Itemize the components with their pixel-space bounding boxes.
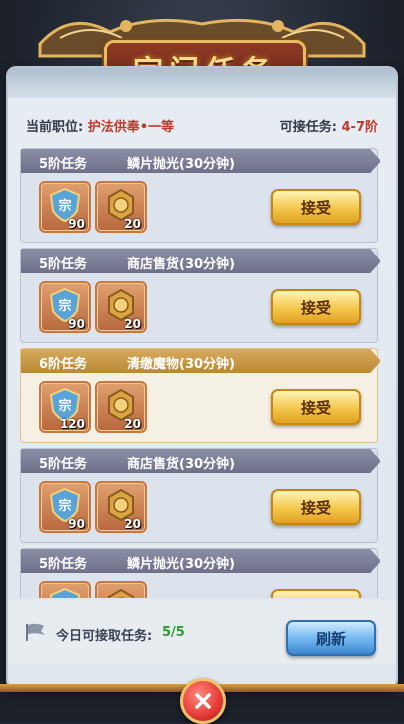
task-tier: 5阶任务 [39,257,88,272]
reward-slot[interactable]: 宗 120 [39,381,91,433]
task-card: 5阶任务 商店售货(30分钟) 宗 90 20 接受 [20,448,380,543]
task-tier: 5阶任务 [39,457,88,472]
task-name: 商店售货(30分钟) [127,457,235,472]
reward-count: 20 [124,317,141,331]
task-name: 商店售货(30分钟) [127,257,235,272]
accept-button[interactable]: 接受 [271,389,361,425]
position-value: 护法供奉•一等 [87,120,175,135]
flag-icon [26,623,45,641]
reward-count: 120 [59,417,85,431]
reward-slot[interactable]: 宗 90 [39,481,91,533]
accept-button[interactable]: 接受 [271,589,361,598]
available-value: 4-7阶 [341,120,379,135]
reward-slot[interactable] [95,581,147,598]
reward-slot[interactable]: 宗 90 [39,281,91,333]
accept-button[interactable]: 接受 [271,489,361,525]
reward-slot[interactable]: 20 [95,281,147,333]
task-header: 5阶任务 商店售货(30分钟) [21,249,380,273]
token-icon [108,588,134,598]
accept-button[interactable]: 接受 [271,189,361,225]
reward-slot[interactable]: 宗 [39,581,91,598]
svg-text:宗: 宗 [58,398,71,414]
sect-badge-icon: 宗 [49,587,81,598]
task-tier: 5阶任务 [39,557,88,572]
task-card: 5阶任务 鳞片抛光(30分钟) 宗 90 20 接受 [20,148,380,243]
available-label: 可接任务: [279,120,337,135]
svg-text:宗: 宗 [58,498,71,514]
accept-button[interactable]: 接受 [271,289,361,325]
task-header: 5阶任务 鳞片抛光(30分钟) [21,149,380,173]
reward-slot[interactable]: 20 [95,381,147,433]
svg-text:宗: 宗 [58,298,71,314]
reward-count: 90 [68,317,85,331]
task-header: 6阶任务 清缴魔物(30分钟) [21,349,380,373]
task-name: 清缴魔物(30分钟) [127,357,235,372]
close-button[interactable] [180,678,226,724]
reward-slot[interactable]: 宗 90 [39,181,91,233]
reward-count: 20 [124,417,141,431]
task-header: 5阶任务 鳞片抛光(30分钟) [21,549,380,573]
task-header: 5阶任务 商店售货(30分钟) [21,449,380,473]
refresh-button[interactable]: 刷新 [286,620,376,656]
reward-count: 90 [68,217,85,231]
task-card-highlighted: 6阶任务 清缴魔物(30分钟) 宗 120 20 接受 [20,348,380,443]
svg-text:宗: 宗 [58,198,71,214]
position-label: 当前职位: [26,120,84,135]
panel-top-trim [8,68,396,98]
current-position: 当前职位: 护法供奉•一等 [26,116,174,135]
task-list[interactable]: 5阶任务 鳞片抛光(30分钟) 宗 90 20 接受 5阶任务 商店售货(30分… [20,148,380,598]
reward-count: 90 [68,517,85,531]
info-row: 当前职位: 护法供奉•一等 可接任务: 4-7阶 [26,116,378,136]
reward-count: 20 [124,217,141,231]
daily-tasks-label: 今日可接取任务: [56,629,153,644]
task-name: 鳞片抛光(30分钟) [127,557,235,572]
task-tier: 5阶任务 [39,157,88,172]
task-card: 5阶任务 鳞片抛光(30分钟) 宗 接受 [20,548,380,598]
reward-slot[interactable]: 20 [95,481,147,533]
reward-slot[interactable]: 20 [95,181,147,233]
available-tiers: 可接任务: 4-7阶 [280,116,378,135]
close-icon [195,693,211,709]
daily-tasks-value: 5/5 [162,625,185,640]
reward-count: 20 [124,517,141,531]
task-name: 鳞片抛光(30分钟) [127,157,235,172]
task-card: 5阶任务 商店售货(30分钟) 宗 90 20 接受 [20,248,380,343]
task-tier: 6阶任务 [39,357,88,372]
